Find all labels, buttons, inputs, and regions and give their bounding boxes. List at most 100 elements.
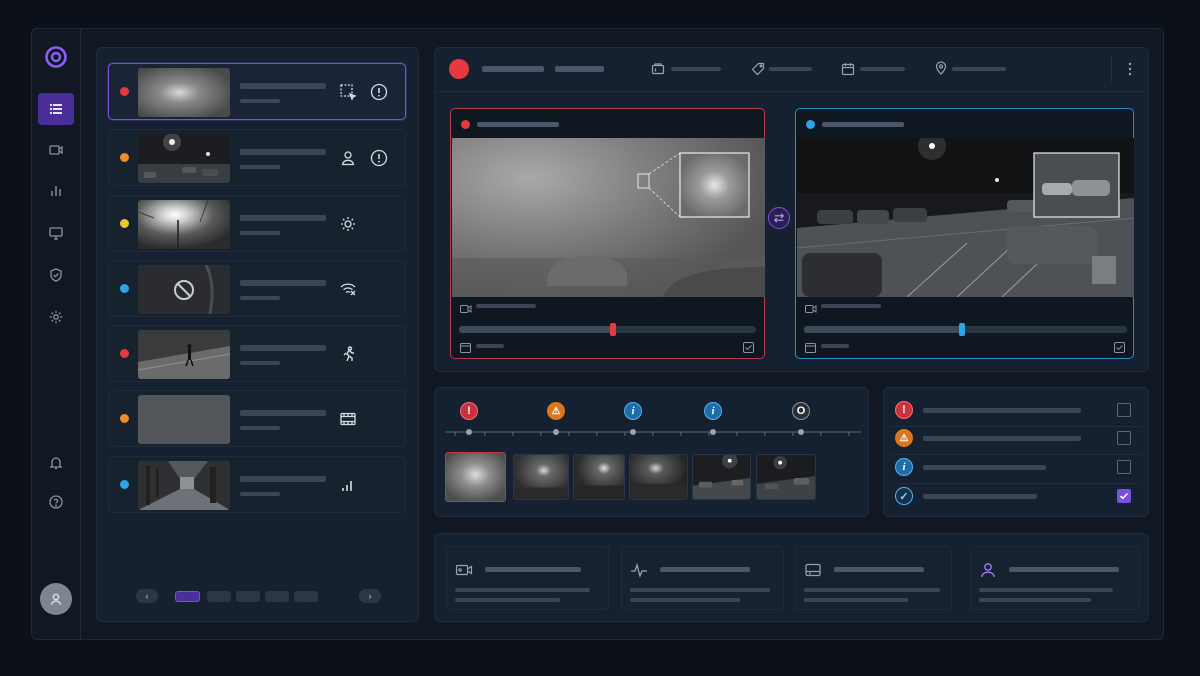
page-indicator-4[interactable] <box>265 591 289 602</box>
nav-security[interactable] <box>38 259 74 291</box>
nav-analytics[interactable] <box>38 175 74 207</box>
camera-icon <box>455 561 473 579</box>
checklist-checkbox[interactable] <box>1117 403 1131 417</box>
critical-status-icon: ! <box>895 401 913 419</box>
camera-thumbnail <box>138 395 230 444</box>
location-icon[interactable] <box>934 61 948 75</box>
calendar-icon <box>805 340 816 353</box>
camera-thumbnail <box>138 461 230 510</box>
nav-list[interactable] <box>38 93 74 125</box>
page-indicator-2[interactable] <box>207 591 231 602</box>
prev-page-button[interactable]: ‹ <box>136 589 158 603</box>
select-zone-icon[interactable] <box>339 83 357 101</box>
alert-icon[interactable] <box>370 149 388 167</box>
status-dot <box>120 219 129 228</box>
sun-icon[interactable] <box>339 215 357 233</box>
checkbox-icon[interactable] <box>1114 340 1125 353</box>
info-event-icon[interactable]: i <box>624 402 642 420</box>
event-timeline-panel: ! ⚠ i i O <box>434 387 869 517</box>
playhead-handle[interactable] <box>959 323 966 336</box>
status-dot <box>120 87 129 96</box>
info-event-icon[interactable]: i <box>704 402 722 420</box>
event-thumbnail-selected[interactable] <box>445 452 506 502</box>
storage-icon <box>804 561 822 579</box>
neutral-event-icon[interactable]: O <box>792 402 810 420</box>
page-indicator-5[interactable] <box>294 591 318 602</box>
signal-bars-icon[interactable] <box>339 476 357 494</box>
critical-event-icon[interactable]: ! <box>460 402 478 420</box>
feed-date-placeholder <box>821 344 849 348</box>
page-indicator-1[interactable] <box>175 591 200 602</box>
playback-scrubber[interactable] <box>804 323 1127 336</box>
chevron-right-icon: › <box>368 591 372 601</box>
bell-icon <box>49 457 63 470</box>
camera-item[interactable] <box>108 129 406 186</box>
event-thumbnail[interactable] <box>756 454 816 500</box>
stat-card-users[interactable] <box>970 546 1140 610</box>
camera-title-placeholder <box>240 410 326 416</box>
nav-cameras[interactable] <box>38 134 74 166</box>
nav-notifications[interactable] <box>38 447 74 479</box>
warning-event-icon[interactable]: ⚠ <box>547 402 565 420</box>
camera-item[interactable] <box>108 456 406 513</box>
status-symbol: ! <box>902 404 906 416</box>
viewer-title-placeholder <box>482 66 544 72</box>
playback-scrubber[interactable] <box>459 323 756 336</box>
camera-item[interactable] <box>108 63 406 120</box>
camera-subtitle-placeholder <box>240 426 280 430</box>
camera-title-placeholder <box>240 476 326 482</box>
event-thumbnail[interactable] <box>692 454 751 500</box>
nav-help[interactable] <box>38 486 74 518</box>
stat-card-cameras[interactable] <box>446 546 609 610</box>
event-thumbnail[interactable] <box>513 454 569 500</box>
ok-status-icon: ✓ <box>895 487 913 505</box>
video-feed-secondary[interactable] <box>795 108 1134 359</box>
video-feed-primary[interactable] <box>450 108 765 359</box>
chevron-left-icon: ‹ <box>145 591 149 601</box>
nav-settings[interactable] <box>38 301 74 333</box>
event-thumbnail[interactable] <box>573 454 625 500</box>
event-thumbnail[interactable] <box>629 454 688 500</box>
nav-monitor[interactable] <box>38 217 74 249</box>
stat-card-activity[interactable] <box>621 546 784 610</box>
feed-meta-placeholder <box>821 304 881 308</box>
camera-subtitle-placeholder <box>240 361 280 365</box>
camera-subtitle-placeholder <box>240 296 280 300</box>
timeline-axis[interactable] <box>445 426 861 440</box>
help-icon <box>49 495 63 509</box>
checklist-checkbox-checked[interactable] <box>1117 489 1131 503</box>
playhead-handle[interactable] <box>610 323 617 336</box>
calendar-icon[interactable] <box>841 62 855 76</box>
tag-icon[interactable] <box>751 62 765 76</box>
checkbox-icon[interactable] <box>743 340 754 353</box>
person-icon[interactable] <box>339 149 357 167</box>
next-page-button[interactable]: › <box>359 589 381 603</box>
checklist-checkbox[interactable] <box>1117 431 1131 445</box>
wifi-off-icon[interactable] <box>339 280 357 298</box>
header-meta-placeholder <box>952 67 1006 71</box>
checklist-checkbox[interactable] <box>1117 460 1131 474</box>
row-divider <box>892 426 1140 427</box>
page-indicator-3[interactable] <box>236 591 260 602</box>
camera-item[interactable] <box>108 390 406 447</box>
camera-item[interactable] <box>108 260 406 317</box>
alert-checklist-panel: ! ⚠ i ✓ <box>883 387 1149 517</box>
status-dot <box>120 349 129 358</box>
row-divider <box>892 483 1140 484</box>
folder-icon[interactable] <box>651 62 665 76</box>
avatar[interactable] <box>40 583 72 615</box>
viewer-subtitle-placeholder <box>555 66 604 72</box>
camera-list-panel: ‹ › <box>96 47 419 622</box>
more-icon[interactable] <box>1124 61 1136 77</box>
chart-icon <box>51 186 61 196</box>
stat-card-storage[interactable] <box>795 546 952 610</box>
alert-icon[interactable] <box>370 83 388 101</box>
checklist-label-placeholder <box>923 465 1046 470</box>
swap-feeds-button[interactable] <box>768 207 790 229</box>
viewer-panel <box>434 47 1149 372</box>
camera-item[interactable] <box>108 195 406 252</box>
film-icon[interactable] <box>339 410 357 428</box>
camera-item[interactable] <box>108 325 406 382</box>
stat-title-placeholder <box>1009 567 1119 572</box>
running-person-icon[interactable] <box>339 345 357 363</box>
